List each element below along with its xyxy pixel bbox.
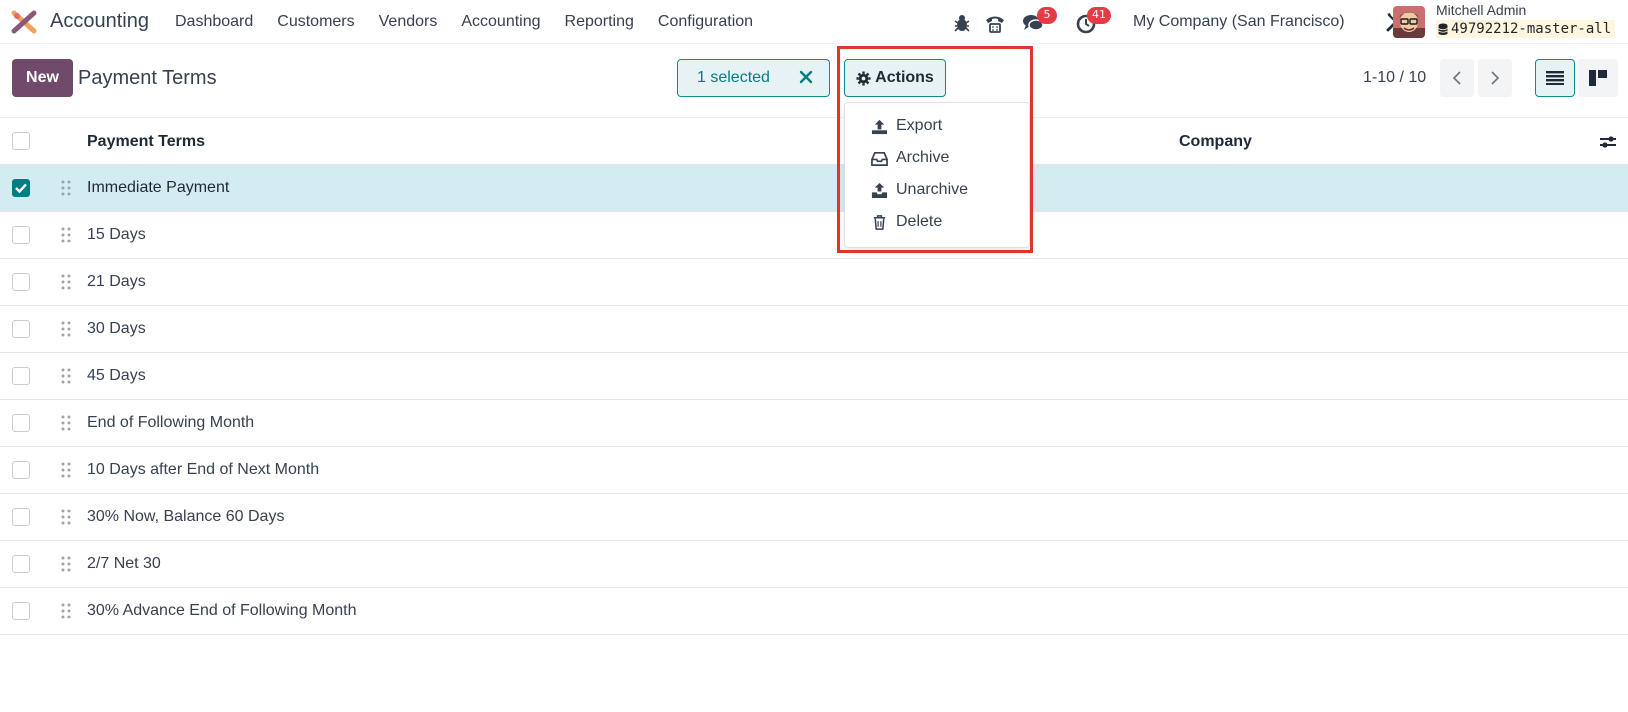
pager-previous-button[interactable] [1440,59,1474,97]
payment-term-name: 30 Days [87,320,146,337]
drag-handle-icon[interactable] [61,555,71,573]
drag-handle-icon[interactable] [61,273,71,291]
pager-next-button[interactable] [1478,59,1512,97]
optional-columns-icon[interactable] [1598,132,1618,152]
table-row[interactable]: End of Following Month [0,400,1628,447]
drag-handle-icon[interactable] [61,320,71,338]
database-icon [1438,23,1448,35]
user-avatar[interactable] [1393,6,1425,38]
avatar-image-icon [1393,6,1425,38]
drag-handle-icon[interactable] [61,367,71,385]
drag-handle-icon[interactable] [61,602,71,620]
messages-badge: 5 [1037,7,1057,24]
table-row[interactable]: 30 Days [0,306,1628,353]
database-name: 49792212-master-all [1436,20,1616,38]
table-row[interactable]: 2/7 Net 30 [0,541,1628,588]
chevron-left-icon [1452,71,1461,85]
selected-count-label: 1 selected [697,69,770,86]
row-checkbox[interactable] [12,273,30,291]
kanban-view-icon [1589,70,1607,86]
bug-icon[interactable] [951,12,973,34]
list-view-button[interactable] [1535,59,1575,97]
menu-dashboard[interactable]: Dashboard [175,13,253,31]
payment-term-name: 30% Now, Balance 60 Days [87,508,285,525]
menu-configuration[interactable]: Configuration [658,13,753,31]
new-button[interactable]: New [12,59,73,97]
row-checkbox[interactable] [12,414,30,432]
select-all-checkbox[interactable] [12,132,30,150]
chevron-right-icon [1491,71,1500,85]
column-payment-terms[interactable]: Payment Terms [87,133,205,151]
row-checkbox[interactable] [12,226,30,244]
row-checkbox[interactable] [12,461,30,479]
drag-handle-icon[interactable] [61,179,71,197]
payment-term-name: Immediate Payment [87,179,230,196]
table-row[interactable]: 30% Advance End of Following Month [0,588,1628,635]
kanban-view-button[interactable] [1578,59,1618,97]
table-row[interactable]: 21 Days [0,259,1628,306]
top-navbar: Accounting Dashboard Customers Vendors A… [0,0,1628,44]
menu-accounting[interactable]: Accounting [461,13,540,31]
menu-reporting[interactable]: Reporting [565,13,634,31]
payment-term-name: End of Following Month [87,414,255,431]
unselect-close-icon[interactable] [797,68,815,86]
row-checkbox[interactable] [12,179,30,197]
main-menu: Dashboard Customers Vendors Accounting R… [175,13,777,31]
row-checkbox[interactable] [12,555,30,573]
accounting-app-logo-icon[interactable] [11,10,37,34]
column-company[interactable]: Company [1179,133,1252,151]
annotation-highlight-box [837,46,1033,253]
drag-handle-icon[interactable] [61,508,71,526]
app-name[interactable]: Accounting [50,10,149,33]
pager-value[interactable]: 1-10 / 10 [1363,69,1426,87]
table-row[interactable]: Immediate Payment [0,165,1628,212]
payment-term-name: 45 Days [87,367,146,384]
selection-counter: 1 selected [677,59,830,97]
row-checkbox[interactable] [12,508,30,526]
table-row[interactable]: 10 Days after End of Next Month [0,447,1628,494]
payment-term-name: 30% Advance End of Following Month [87,602,357,619]
drag-handle-icon[interactable] [61,226,71,244]
menu-customers[interactable]: Customers [277,13,354,31]
drag-handle-icon[interactable] [61,461,71,479]
row-checkbox[interactable] [12,367,30,385]
drag-handle-icon[interactable] [61,414,71,432]
phone-icon[interactable] [984,12,1006,34]
user-name[interactable]: Mitchell Admin [1436,2,1526,18]
company-switcher[interactable]: My Company (San Francisco) [1133,13,1345,31]
table-row[interactable]: 30% Now, Balance 60 Days [0,494,1628,541]
payment-term-name: 15 Days [87,226,146,243]
activities-badge: 41 [1087,7,1111,24]
payment-term-name: 21 Days [87,273,146,290]
payment-term-name: 10 Days after End of Next Month [87,461,320,478]
page-title[interactable]: Payment Terms [78,67,217,90]
list-view-icon [1546,71,1564,85]
database-label: 49792212-master-all [1451,21,1612,37]
check-icon [15,183,27,194]
menu-vendors[interactable]: Vendors [379,13,438,31]
table-row[interactable]: 15 Days [0,212,1628,259]
table-row[interactable]: 45 Days [0,353,1628,400]
table-header: Payment Terms Company [0,117,1628,165]
row-checkbox[interactable] [12,320,30,338]
row-checkbox[interactable] [12,602,30,620]
payment-term-name: 2/7 Net 30 [87,555,161,572]
